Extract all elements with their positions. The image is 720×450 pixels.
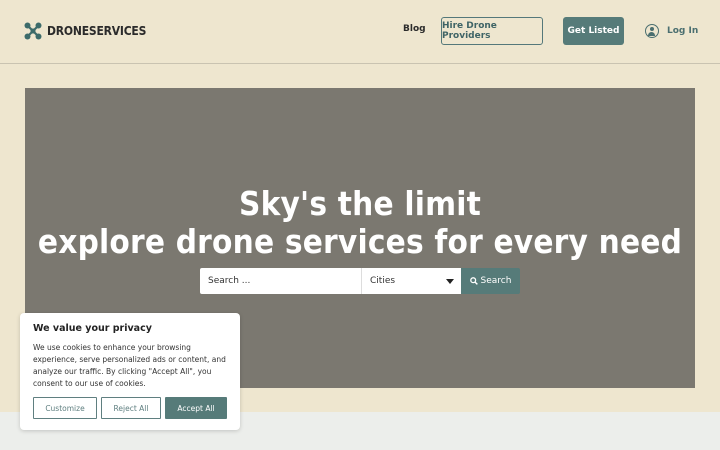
cities-dropdown[interactable]: Cities <box>361 268 461 294</box>
cookie-reject-all-button[interactable]: Reject All <box>101 397 161 419</box>
cookie-accept-all-button[interactable]: Accept All <box>165 397 227 419</box>
get-listed-button[interactable]: Get Listed <box>563 17 624 45</box>
brand-name: DRONESERVICES <box>47 24 147 38</box>
hero-title-line1: Sky's the limit <box>238 184 481 223</box>
cookie-text: We use cookies to enhance your browsing … <box>33 343 226 388</box>
cookie-consent-banner: We value your privacy We use cookies to … <box>20 313 240 430</box>
search-input[interactable] <box>200 268 361 294</box>
chevron-down-icon <box>446 278 454 284</box>
search-button-label: Search <box>480 276 512 286</box>
drone-logo-icon <box>24 22 42 40</box>
brand-logo[interactable]: DRONESERVICES <box>24 22 146 40</box>
cookie-actions: Customize Reject All Accept All <box>33 397 227 419</box>
search-button[interactable]: Search <box>461 268 520 294</box>
site-header: DRONESERVICES Blog Hire Drone Providers … <box>0 0 720 64</box>
hero-search-bar: Cities Search <box>200 268 520 294</box>
search-icon <box>469 277 478 285</box>
cookie-customize-button[interactable]: Customize <box>33 397 97 419</box>
cities-dropdown-value: Cities <box>370 276 396 286</box>
login-label: Log In <box>667 26 699 36</box>
user-circle-icon <box>645 24 659 38</box>
hero-title: Sky's the limit explore drone services f… <box>25 185 695 261</box>
cookie-title: We value your privacy <box>33 323 152 334</box>
login-link[interactable]: Log In <box>645 24 698 38</box>
hero-title-line2: explore drone services for every need <box>37 222 683 261</box>
hire-drone-providers-button[interactable]: Hire Drone Providers <box>441 17 543 45</box>
nav-blog-link[interactable]: Blog <box>403 24 426 34</box>
